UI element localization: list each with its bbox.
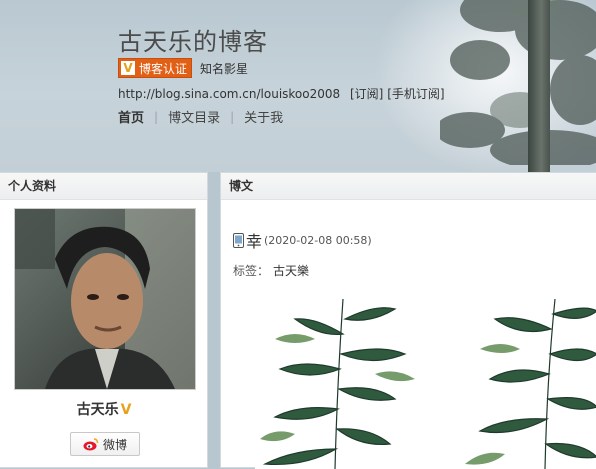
verified-v-icon: V: [120, 402, 132, 418]
verify-badge-label: 博客认证: [139, 61, 188, 76]
mobile-subscribe-link[interactable]: [手机订阅]: [387, 87, 444, 101]
blog-header-banner: 古天乐的博客 V 博客认证 知名影星 http://blog.sina.com.…: [0, 0, 596, 172]
tag-link[interactable]: 古天樂: [273, 264, 309, 278]
post-time: (2020-02-08 00:58): [264, 233, 372, 247]
nav-home[interactable]: 首页: [118, 107, 144, 126]
avatar-photo: [15, 209, 195, 389]
verify-row: V 博客认证 知名影星: [118, 58, 248, 78]
verify-description: 知名影星: [200, 61, 249, 76]
subscribe-link[interactable]: [订阅]: [350, 87, 383, 101]
post-panel-title: 博文: [221, 173, 596, 200]
tree-trunk: [528, 0, 550, 172]
avatar[interactable]: [14, 208, 196, 390]
post-title[interactable]: 幸: [246, 228, 262, 252]
blog-verify-badge[interactable]: V 博客认证: [118, 58, 193, 78]
bamboo-leaves-image: [255, 299, 596, 469]
nav-divider: |: [154, 109, 159, 124]
post-panel: 博文 幸 (2020-02-08 00:58) 标签： 古天樂: [220, 172, 596, 469]
blog-nav: 首页 | 博文目录 | 关于我: [118, 107, 283, 127]
blog-url-row: http://blog.sina.com.cn/louiskoo2008 [订阅…: [118, 85, 445, 102]
nav-catalog[interactable]: 博文目录: [168, 107, 220, 126]
post-title-row: 幸 (2020-02-08 00:58): [233, 228, 372, 252]
weibo-button[interactable]: 微博: [70, 432, 140, 456]
profile-panel: 个人资料 古天乐 V 微博: [0, 172, 208, 468]
tree-decoration: [440, 0, 596, 165]
profile-name-row: 古天乐 V: [0, 399, 208, 419]
nav-divider: |: [230, 109, 235, 124]
weibo-button-label: 微博: [102, 437, 127, 452]
post-tags: 标签： 古天樂: [233, 262, 309, 279]
nav-about[interactable]: 关于我: [244, 107, 283, 126]
weibo-icon: [83, 438, 99, 451]
v-verified-icon: V: [121, 61, 135, 75]
blog-title[interactable]: 古天乐的博客: [118, 22, 268, 57]
tags-label: 标签：: [233, 264, 270, 278]
mobile-post-icon: [233, 232, 244, 248]
blog-url[interactable]: http://blog.sina.com.cn/louiskoo2008: [118, 87, 340, 101]
profile-panel-title: 个人资料: [0, 173, 207, 200]
post-image[interactable]: [255, 299, 596, 469]
profile-name[interactable]: 古天乐: [77, 402, 119, 418]
